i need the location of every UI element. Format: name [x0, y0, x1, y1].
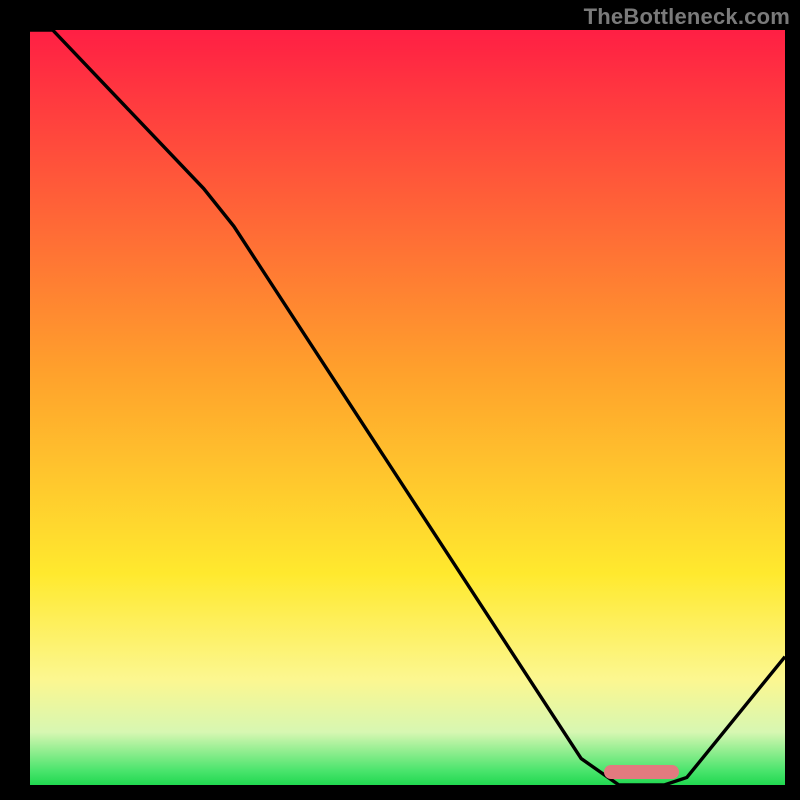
- optimal-range-marker: [604, 765, 680, 779]
- attribution-label: TheBottleneck.com: [584, 4, 790, 30]
- chart-frame: TheBottleneck.com: [0, 0, 800, 800]
- plot-area: [30, 30, 785, 785]
- bottleneck-curve: [30, 30, 785, 785]
